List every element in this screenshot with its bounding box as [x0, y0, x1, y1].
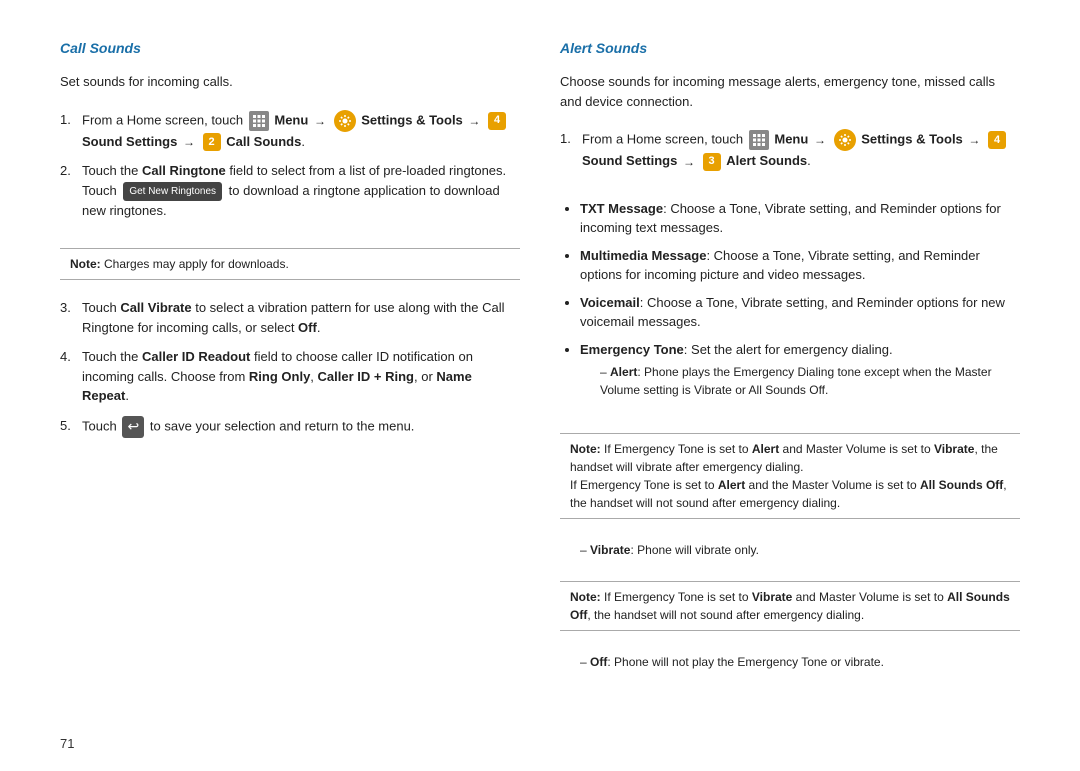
alert-step-1: 1. From a Home screen, touch Menu → Sett… [560, 129, 1020, 171]
off-sub-dash: Off: Phone will not play the Emergency T… [560, 653, 1020, 671]
voicemail-label: Voicemail [580, 295, 640, 310]
note-box-3: Note: If Emergency Tone is set to Vibrat… [560, 581, 1020, 631]
alert-step-1-num: 1. [560, 129, 574, 171]
menu-label: Menu [274, 112, 308, 127]
get-ringtones-btn[interactable]: Get New Ringtones [123, 182, 222, 201]
step-5: 5. Touch ↩ to save your selection and re… [60, 416, 520, 438]
step-3-num: 3. [60, 298, 74, 337]
bullet-mms: Multimedia Message: Choose a Tone, Vibra… [580, 246, 1020, 285]
vibrate-bold: Vibrate [934, 442, 974, 456]
step-4-num: 4. [60, 347, 74, 406]
txt-label: TXT Message [580, 201, 663, 216]
arrow6: → [683, 155, 695, 169]
step-3-content: Touch Call Vibrate to select a vibration… [82, 298, 520, 337]
bullet-emergency: Emergency Tone: Set the alert for emerge… [580, 340, 1020, 400]
note2-label: Note: [570, 442, 601, 456]
step-2-num: 2. [60, 161, 74, 220]
step-1-num: 1. [60, 110, 74, 152]
settings-label-2: Settings & Tools [861, 131, 963, 146]
note-box-1: Note: Charges may apply for downloads. [60, 248, 520, 280]
page-content: Call Sounds Set sounds for incoming call… [0, 0, 1080, 726]
menu-grid-icon [249, 111, 269, 131]
sound-settings-label-2: Sound Settings [582, 153, 677, 168]
call-sounds-steps2: 3. Touch Call Vibrate to select a vibrat… [60, 298, 520, 448]
all-sounds-off-bold: All Sounds Off [920, 478, 1003, 492]
alert-sounds-title: Alert Sounds [560, 40, 1020, 56]
arrow2: → [468, 114, 480, 128]
alert-bullets: TXT Message: Choose a Tone, Vibrate sett… [560, 199, 1020, 408]
num4-icon: 4 [488, 112, 506, 130]
step-4-content: Touch the Caller ID Readout field to cho… [82, 347, 520, 406]
note1-text: Charges may apply for downloads. [104, 257, 289, 271]
menu-label-2: Menu [774, 131, 808, 146]
call-sounds-steps1: 1. From a Home screen, touch Menu → Sett… [60, 110, 520, 231]
caller-id-ring-label: Caller ID + Ring [318, 369, 414, 384]
ring-only-label: Ring Only [249, 369, 310, 384]
step-2-content: Touch the Call Ringtone field to select … [82, 161, 520, 220]
num2-icon: 2 [203, 133, 221, 151]
step-1: 1. From a Home screen, touch Menu → Sett… [60, 110, 520, 152]
step-2: 2. Touch the Call Ringtone field to sele… [60, 161, 520, 220]
page-number: 71 [60, 736, 74, 751]
settings-icon-2 [834, 129, 856, 151]
vibrate-bold2: Vibrate [752, 590, 792, 604]
step-4: 4. Touch the Caller ID Readout field to … [60, 347, 520, 406]
left-column: Call Sounds Set sounds for incoming call… [60, 40, 520, 706]
alert-bold: Alert [752, 442, 779, 456]
step-5-content: Touch ↩ to save your selection and retur… [82, 416, 520, 438]
emergency-sub-dash: Alert: Phone plays the Emergency Dialing… [580, 363, 1020, 399]
sound-settings-label: Sound Settings [82, 134, 177, 149]
emergency-tone-label: Emergency Tone [580, 342, 684, 357]
off-label: Off [298, 320, 317, 335]
alert-step-1-content: From a Home screen, touch Menu → Setting… [582, 129, 1020, 171]
settings-label: Settings & Tools [361, 112, 463, 127]
note2-text: If Emergency Tone is set to Alert and Ma… [570, 442, 1007, 510]
step-5-num: 5. [60, 416, 74, 438]
alert-sub-label: Alert [610, 365, 637, 379]
alert-sounds-intro: Choose sounds for incoming message alert… [560, 72, 1020, 111]
alert-bold2: Alert [718, 478, 745, 492]
off-sub-label: Off [590, 655, 607, 669]
step-1-content: From a Home screen, touch Menu → Setting… [82, 110, 520, 152]
arrow4: → [814, 133, 826, 147]
alert-sounds-label: Alert Sounds [726, 153, 807, 168]
back-icon: ↩ [122, 416, 144, 438]
note-box-2: Note: If Emergency Tone is set to Alert … [560, 433, 1020, 519]
vibrate-sub-label: Vibrate [590, 543, 630, 557]
note3-label: Note: [570, 590, 601, 604]
bullet-voicemail: Voicemail: Choose a Tone, Vibrate settin… [580, 293, 1020, 332]
num3-icon: 3 [703, 153, 721, 171]
call-sounds-title: Call Sounds [60, 40, 520, 56]
note3-text: If Emergency Tone is set to Vibrate and … [570, 590, 1010, 622]
call-sounds-intro: Set sounds for incoming calls. [60, 72, 520, 92]
note1-label: Note: [70, 257, 101, 271]
alert-sounds-steps: 1. From a Home screen, touch Menu → Sett… [560, 129, 1020, 181]
mms-label: Multimedia Message [580, 248, 706, 263]
call-ringtone-label: Call Ringtone [142, 163, 226, 178]
arrow5: → [968, 133, 980, 147]
settings-icon [334, 110, 356, 132]
right-column: Alert Sounds Choose sounds for incoming … [560, 40, 1020, 706]
step-3: 3. Touch Call Vibrate to select a vibrat… [60, 298, 520, 337]
bullet-txt: TXT Message: Choose a Tone, Vibrate sett… [580, 199, 1020, 238]
arrow3: → [183, 135, 195, 149]
caller-id-readout-label: Caller ID Readout [142, 349, 250, 364]
arrow1: → [314, 114, 326, 128]
call-sounds-label: Call Sounds [226, 134, 301, 149]
menu-grid-icon-2 [749, 130, 769, 150]
page-footer: 71 [0, 726, 1080, 771]
vibrate-sub-dash: Vibrate: Phone will vibrate only. [560, 541, 1020, 559]
num4-icon-2: 4 [988, 131, 1006, 149]
call-vibrate-label: Call Vibrate [120, 300, 191, 315]
